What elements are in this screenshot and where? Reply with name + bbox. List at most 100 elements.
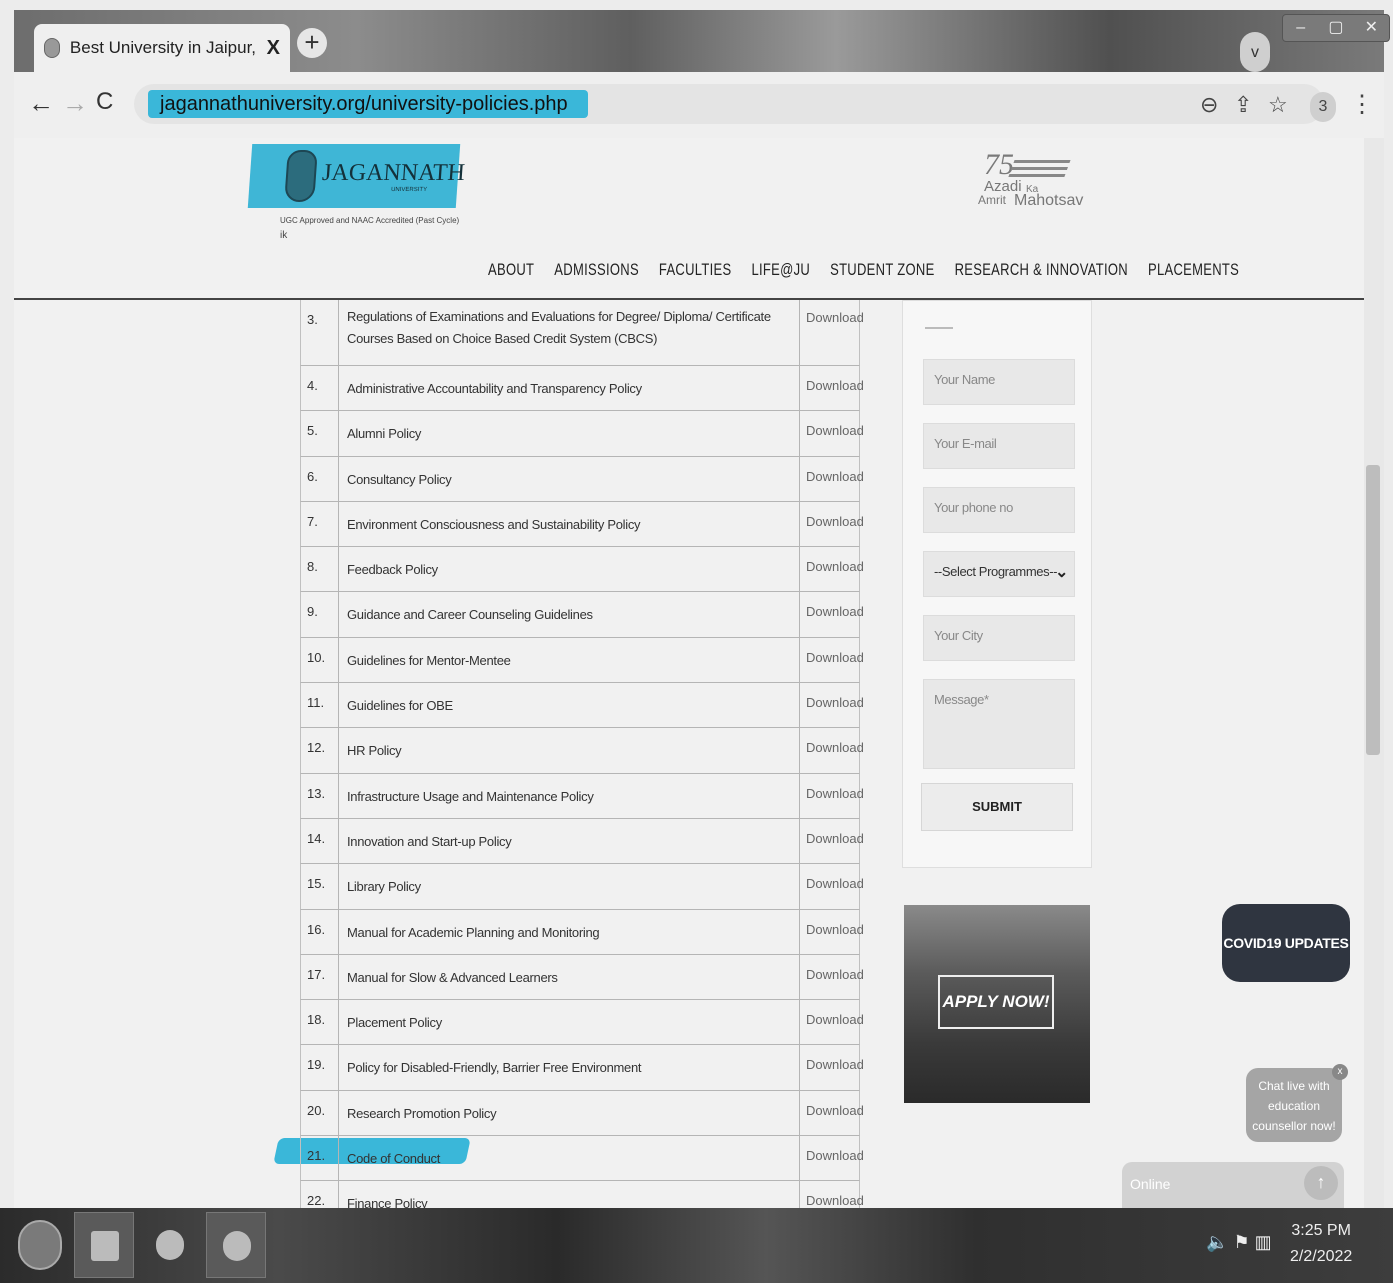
download-link[interactable]: Download [799, 954, 864, 1000]
policy-number: 19. [301, 1045, 339, 1090]
policy-title: Finance Policy [347, 1196, 428, 1208]
policy-row: 9. Guidance and Career Counseling Guideli… [300, 592, 864, 638]
download-link[interactable]: Download [799, 728, 864, 773]
chevron-down-icon: ⌄ [1054, 564, 1068, 581]
active-app-icon[interactable] [206, 1212, 266, 1278]
download-link[interactable]: Download [799, 1090, 864, 1136]
policy-number: 12. [301, 728, 339, 773]
policy-row: 5. Alumni Policy Download [300, 411, 864, 457]
menu-student-zone[interactable]: STUDENT ZONE [830, 260, 934, 279]
policy-title: Code of Conduct [347, 1151, 441, 1167]
share-icon[interactable]: ⇪ [1234, 92, 1252, 118]
apply-now-banner[interactable]: APPLY NOW! [904, 905, 1090, 1103]
maximize-icon[interactable]: ▢ [1318, 15, 1353, 41]
policy-number: 6. [301, 456, 339, 501]
tab-search-chevron-icon[interactable]: v [1240, 32, 1270, 72]
browser-tab[interactable]: Best University in Jaipur, Rajasth X [34, 24, 290, 72]
download-link[interactable]: Download [799, 909, 864, 954]
download-link[interactable]: Download [799, 637, 864, 683]
policy-title: Alumni Policy [347, 426, 422, 442]
policy-row: 17. Manual for Slow & Advanced Learners Do… [300, 954, 864, 1001]
clock[interactable]: 3:25 PM 2/2/2022 [1290, 1218, 1352, 1270]
policy-title: Environment Consciousness and Sustainabi… [347, 516, 641, 532]
file-explorer-icon[interactable] [74, 1212, 134, 1278]
download-link[interactable]: Download [799, 864, 864, 909]
main-menu: ABOUT ADMISSIONS FACULTIES LIFE@JU STUDE… [488, 260, 1239, 279]
download-link[interactable]: Download [799, 1000, 864, 1045]
mahotsav-word: Mahotsav [1014, 192, 1084, 209]
forward-arrow-icon[interactable]: → [62, 88, 88, 119]
scrollbar-thumb[interactable] [1366, 465, 1380, 755]
flag-tray-icon[interactable]: ⚑ [1233, 1232, 1249, 1252]
policy-row: 4. Administrative Accountability and Tran… [300, 366, 864, 412]
download-link[interactable]: Download [799, 547, 864, 592]
download-link[interactable]: Download [799, 411, 864, 456]
download-link[interactable]: Download [799, 366, 864, 411]
back-arrow-icon[interactable]: ← [28, 88, 54, 119]
apply-now-button[interactable]: APPLY NOW! [938, 975, 1054, 1029]
menu-placements[interactable]: PLACEMENTS [1148, 260, 1239, 279]
name-input[interactable]: Your Name [923, 359, 1075, 405]
url-text[interactable]: jagannathuniversity.org/university-polic… [148, 90, 588, 118]
download-link[interactable]: Download [799, 773, 864, 818]
policy-row: 15. Library Policy Download [300, 864, 864, 910]
download-link[interactable]: Download [799, 1181, 864, 1208]
close-window-icon[interactable]: ✕ [1354, 15, 1389, 41]
programme-select[interactable]: --Select Programmes-- ⌄ [923, 551, 1075, 597]
policy-title: Guidelines for Mentor-Mentee [347, 652, 511, 668]
menu-kebab-icon[interactable]: ⋮ [1350, 90, 1374, 119]
phone-input[interactable]: Your phone no [923, 487, 1075, 533]
download-link[interactable]: Download [799, 501, 864, 547]
policy-row: 10. Guidelines for Mentor-Mentee Download [300, 637, 864, 684]
network-icon[interactable]: ▥ [1255, 1232, 1272, 1252]
covid-updates-button[interactable]: COVID19 UPDATES [1222, 904, 1350, 982]
chrome-icon[interactable] [140, 1212, 200, 1278]
profile-avatar-icon[interactable]: 3 [1310, 92, 1336, 122]
menu-life-ju[interactable]: LIFE@JU [751, 260, 810, 279]
download-link[interactable]: Download [799, 1045, 864, 1090]
chat-input[interactable]: Online [1130, 1176, 1170, 1192]
tab-close-icon[interactable]: X [267, 37, 280, 60]
new-tab-button[interactable]: + [297, 28, 327, 58]
volume-icon[interactable]: 🔈 [1206, 1232, 1228, 1252]
download-link[interactable]: Download [799, 300, 864, 365]
policy-title: Guidance and Career Counseling Guideline… [347, 607, 593, 623]
submit-button[interactable]: SUBMIT [921, 783, 1073, 831]
minimize-icon[interactable]: – [1283, 15, 1318, 41]
policy-number: 17. [301, 954, 339, 1000]
address-bar[interactable]: jagannathuniversity.org/university-polic… [134, 84, 1324, 124]
menu-faculties[interactable]: FACULTIES [659, 260, 732, 279]
policy-number: 20. [301, 1090, 339, 1136]
policy-number: 3. [301, 300, 339, 365]
download-link[interactable]: Download [799, 818, 864, 864]
policy-row: 20. Research Promotion Policy Download [300, 1090, 864, 1137]
download-link[interactable]: Download [799, 683, 864, 728]
policy-row: 8. Feedback Policy Download [300, 547, 864, 593]
chat-send-icon[interactable]: ↑ [1304, 1166, 1338, 1200]
menu-about[interactable]: ABOUT [488, 260, 534, 279]
download-link[interactable]: Download [799, 592, 864, 637]
policy-row: 18. Placement Policy Download [300, 1000, 864, 1046]
menu-research-innovation[interactable]: RESEARCH & INNOVATION [955, 260, 1128, 279]
menu-admissions[interactable]: ADMISSIONS [554, 260, 639, 279]
download-link[interactable]: Download [799, 456, 864, 501]
city-input[interactable]: Your City [923, 615, 1075, 661]
chat-close-icon[interactable]: x [1332, 1064, 1348, 1080]
policy-row: 14. Innovation and Start-up Policy Downloa… [300, 818, 864, 865]
jagannath-logo[interactable]: JAGANNATH UNIVERSITY [247, 144, 466, 208]
zoom-icon[interactable]: ⊖ [1200, 92, 1218, 118]
email-input[interactable]: Your E-mail [923, 423, 1075, 469]
reload-icon[interactable]: C [96, 88, 113, 116]
policy-title: Research Promotion Policy [347, 1105, 497, 1121]
policy-title: Infrastructure Usage and Maintenance Pol… [347, 788, 594, 804]
bookmark-star-icon[interactable]: ☆ [1268, 92, 1288, 118]
logo-sub: UNIVERSITY [390, 187, 428, 193]
chat-prompt-bubble[interactable]: Chat live with education counsellor now! [1246, 1068, 1342, 1142]
system-tray: 🔈 ⚑ ▥ [1206, 1232, 1272, 1253]
start-button-icon[interactable] [18, 1220, 62, 1270]
chat-widget[interactable]: Online ↑ [1122, 1162, 1344, 1208]
message-textarea[interactable]: Message* [923, 679, 1075, 769]
tagline-extra: ik [280, 230, 288, 241]
policy-row: 11. Guidelines for OBE Download [300, 683, 864, 729]
download-link[interactable]: Download [799, 1136, 864, 1181]
